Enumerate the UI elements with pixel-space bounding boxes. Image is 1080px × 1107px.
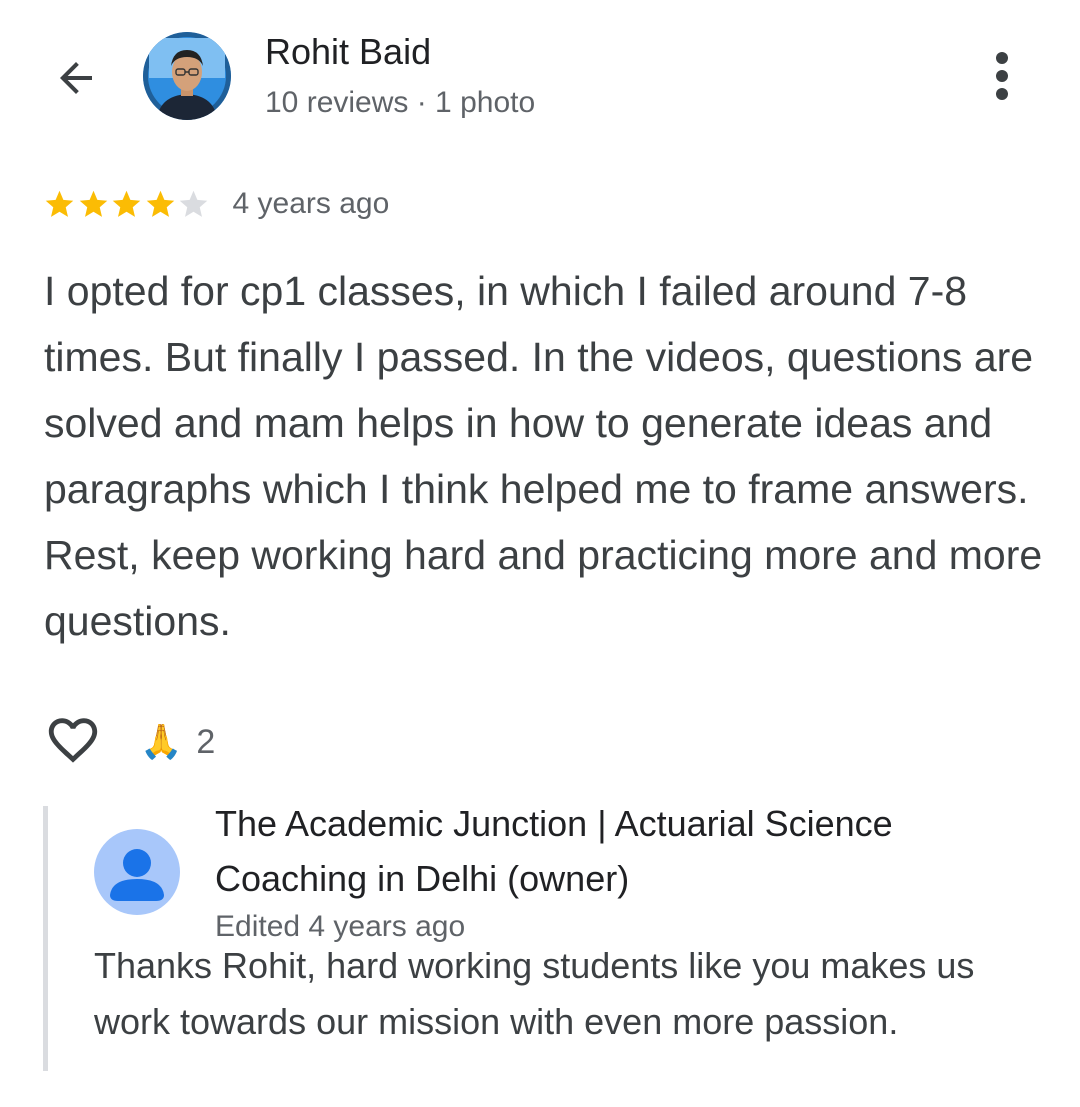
reviewer-avatar[interactable] xyxy=(143,32,231,120)
rating-row: 4 years ago xyxy=(43,182,389,226)
reaction-count: 2 xyxy=(196,722,216,761)
arrow-left-icon xyxy=(60,62,92,94)
more-options-button[interactable] xyxy=(980,46,1024,106)
star-filled-icon xyxy=(45,190,74,217)
reviewer-name[interactable]: Rohit Baid xyxy=(265,30,431,74)
reply-divider xyxy=(43,806,48,1071)
reviewer-meta: 10 reviews · 1 photo xyxy=(265,86,536,119)
owner-reply-text: Thanks Rohit, hard working students like… xyxy=(94,945,975,1042)
heart-outline-icon xyxy=(48,717,98,763)
star-filled-icon xyxy=(146,190,174,217)
star-filled-icon xyxy=(112,190,141,217)
review-time: 4 years ago xyxy=(232,187,390,220)
star-rating xyxy=(43,188,211,221)
star-filled-icon xyxy=(79,190,107,217)
person-avatar-icon xyxy=(94,829,180,915)
owner-avatar xyxy=(94,829,180,915)
back-button[interactable] xyxy=(48,50,104,106)
review-text: I opted for cp1 classes, in which I fail… xyxy=(44,268,1043,644)
star-empty-icon xyxy=(179,190,208,217)
folded-hands-emoji-icon: 🙏 xyxy=(140,723,183,761)
more-vertical-icon xyxy=(996,52,1008,100)
reaction-chip[interactable]: 🙏 2 xyxy=(140,723,215,762)
owner-name: The Academic Junction | Actuarial Scienc… xyxy=(215,803,893,899)
like-button[interactable] xyxy=(44,711,102,774)
review-actions: 🙏 2 xyxy=(44,712,215,772)
